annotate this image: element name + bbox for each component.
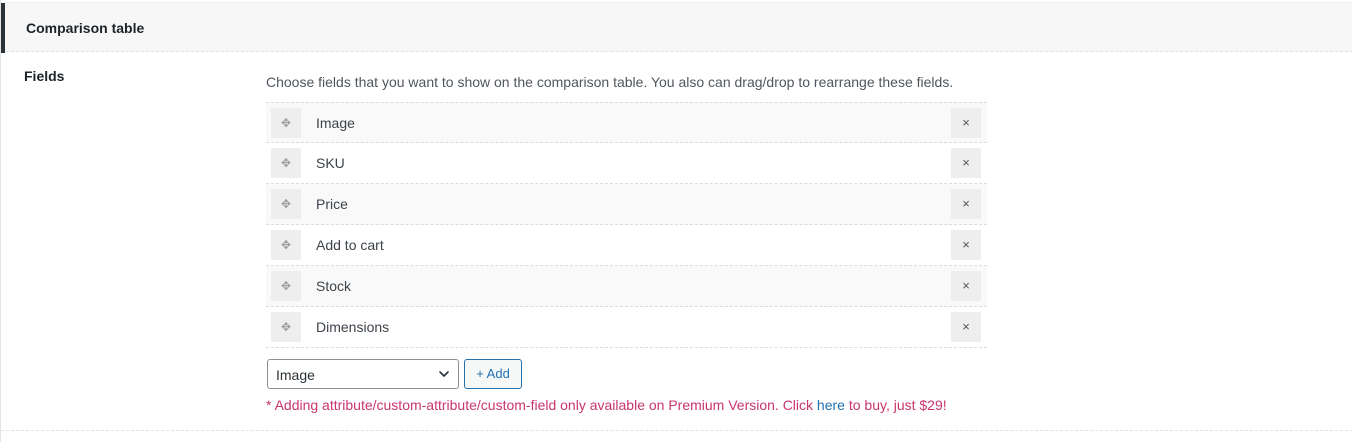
field-row-image[interactable]: ✥ Image ×	[266, 102, 987, 143]
section-title: Comparison table	[26, 20, 145, 36]
drag-handle-icon[interactable]: ✥	[271, 271, 301, 301]
fields-description: Choose fields that you want to show on t…	[266, 74, 954, 90]
fields-list: ✥ Image × ✥ SKU × ✥ Price × ✥ Add to car…	[266, 102, 987, 348]
premium-note: * Adding attribute/custom-attribute/cust…	[266, 397, 947, 413]
chevron-down-icon	[439, 371, 449, 377]
field-row-sku[interactable]: ✥ SKU ×	[266, 143, 987, 184]
field-row-label: Stock	[316, 278, 352, 294]
drag-handle-icon[interactable]: ✥	[271, 108, 301, 138]
drag-handle-icon[interactable]: ✥	[271, 189, 301, 219]
field-row-add-to-cart[interactable]: ✥ Add to cart ×	[266, 225, 987, 266]
drag-handle-icon[interactable]: ✥	[271, 148, 301, 178]
field-row-label: Price	[316, 196, 348, 212]
field-row-price[interactable]: ✥ Price ×	[266, 184, 987, 225]
remove-field-button[interactable]: ×	[951, 108, 981, 138]
drag-handle-icon[interactable]: ✥	[271, 312, 301, 342]
remove-field-button[interactable]: ×	[951, 230, 981, 260]
fields-label: Fields	[24, 68, 65, 84]
remove-field-button[interactable]: ×	[951, 271, 981, 301]
premium-note-suffix: to buy, just $29!	[844, 397, 947, 413]
remove-field-button[interactable]: ×	[951, 148, 981, 178]
premium-note-prefix: * Adding attribute/custom-attribute/cust…	[266, 397, 817, 413]
remove-field-button[interactable]: ×	[951, 189, 981, 219]
divider	[1, 430, 1352, 431]
section-header-accent-bar	[1, 3, 5, 53]
premium-link[interactable]: here	[817, 397, 845, 413]
field-row-label: Image	[316, 115, 355, 131]
field-select-value: Image	[276, 367, 315, 383]
field-row-label: SKU	[316, 155, 345, 171]
remove-field-button[interactable]: ×	[951, 312, 981, 342]
field-row-stock[interactable]: ✥ Stock ×	[266, 266, 987, 307]
add-field-button[interactable]: + Add	[464, 359, 522, 389]
field-select[interactable]: Image	[267, 359, 459, 389]
settings-panel: Comparison table Fields Choose fields th…	[0, 0, 1352, 442]
drag-handle-icon[interactable]: ✥	[271, 230, 301, 260]
section-header: Comparison table	[1, 2, 1352, 53]
field-row-label: Dimensions	[316, 319, 390, 335]
field-row-label: Add to cart	[316, 237, 384, 253]
field-row-dimensions[interactable]: ✥ Dimensions ×	[266, 307, 987, 348]
